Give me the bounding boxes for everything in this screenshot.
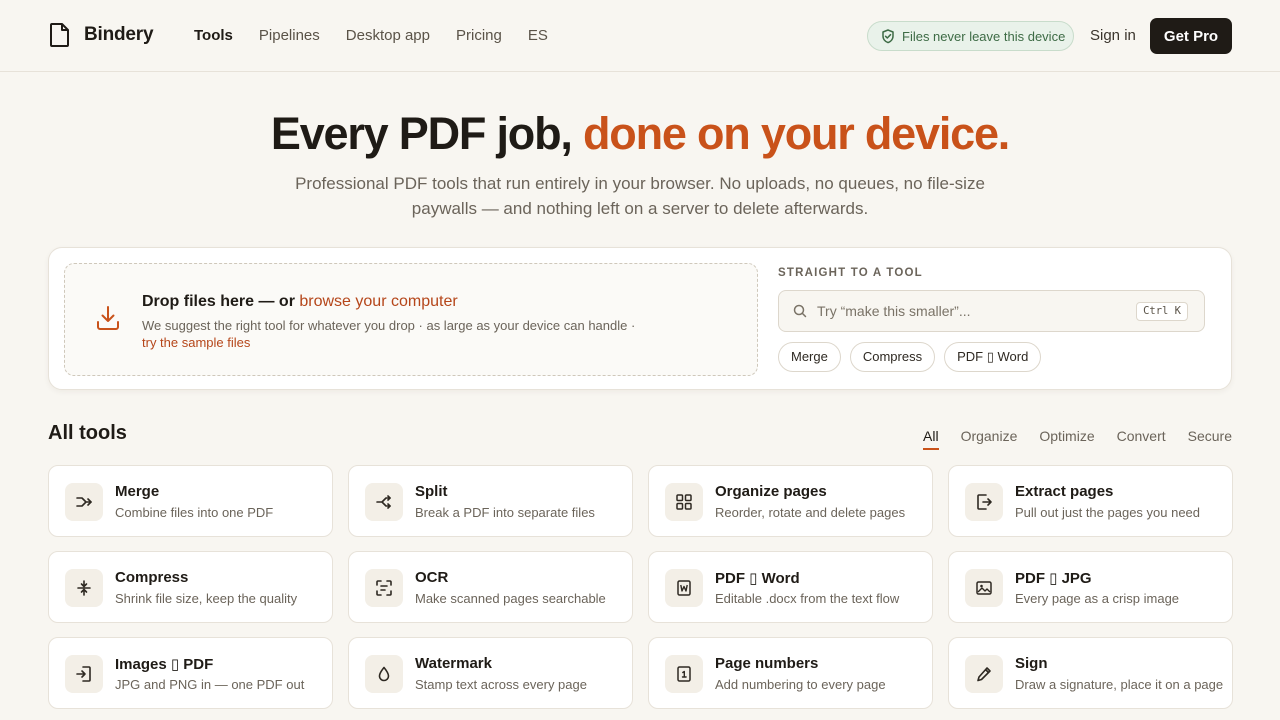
pen-icon	[965, 655, 1003, 693]
browse-computer-link[interactable]: browse your computer	[299, 293, 457, 310]
split-icon	[365, 483, 403, 521]
tool-description: Stamp text across every page	[415, 677, 587, 692]
image-icon	[965, 569, 1003, 607]
tool-description: Editable .docx from the text flow	[715, 591, 900, 606]
scan-icon	[365, 569, 403, 607]
drop-icon	[365, 655, 403, 693]
tool-search-input[interactable]	[817, 300, 1127, 322]
nav-tools[interactable]: Tools	[194, 26, 233, 46]
download-tray-icon	[95, 304, 121, 332]
grid-icon	[665, 483, 703, 521]
tool-card-pdf-to-word[interactable]: PDF ▯ Word Editable .docx from the text …	[648, 551, 933, 623]
tool-description: Every page as a crisp image	[1015, 591, 1180, 606]
hero-subtitle: Professional PDF tools that run entirely…	[295, 174, 985, 218]
tool-name: Sign	[1015, 655, 1048, 672]
tool-filter-tabs: All Organize Optimize Convert Secure	[923, 428, 1232, 450]
chip-pdf-to-word[interactable]: PDF ▯ Word	[944, 342, 1042, 372]
filter-organize[interactable]: Organize	[961, 428, 1018, 450]
tool-name: Images ▯ PDF	[115, 656, 214, 673]
tool-description: Add numbering to every page	[715, 677, 886, 692]
tool-name: Compress	[115, 569, 189, 586]
drop-title-text: Drop files here — or	[142, 293, 295, 310]
search-icon	[793, 304, 807, 318]
chip-merge[interactable]: Merge	[778, 342, 841, 372]
upload-card: Drop files here — or browse your compute…	[48, 247, 1232, 390]
import-icon	[65, 655, 103, 693]
logo-text: Bindery	[84, 24, 154, 45]
chip-compress[interactable]: Compress	[849, 342, 936, 372]
nav-language[interactable]: ES	[528, 26, 548, 46]
straight-to-tool-label: STRAIGHT TO A TOOL	[778, 267, 923, 279]
drop-description: We suggest the right tool for whatever y…	[142, 317, 662, 351]
filter-secure[interactable]: Secure	[1188, 428, 1232, 450]
nav-pipelines[interactable]: Pipelines	[259, 26, 320, 46]
extract-icon	[965, 483, 1003, 521]
tool-description: Draw a signature, place it on a page	[1015, 677, 1224, 692]
merge-icon	[65, 483, 103, 521]
document-icon	[48, 22, 72, 48]
nav-pricing[interactable]: Pricing	[456, 26, 502, 46]
number-icon	[665, 655, 703, 693]
hero-title: Every PDF job, done on your device.	[0, 108, 1280, 160]
top-header: Bindery Tools Pipelines Desktop app Pric…	[0, 0, 1280, 72]
tool-description: Reorder, rotate and delete pages	[715, 505, 906, 520]
sign-in-link[interactable]: Sign in	[1090, 27, 1136, 44]
tool-name: Extract pages	[1015, 483, 1114, 500]
tool-card-extract-pages[interactable]: Extract pages Pull out just the pages yo…	[948, 465, 1233, 537]
shield-check-icon	[881, 28, 895, 44]
filter-all[interactable]: All	[923, 428, 939, 450]
tool-description: Pull out just the pages you need	[1015, 505, 1201, 520]
tool-card-ocr[interactable]: OCR Make scanned pages searchable	[348, 551, 633, 623]
tool-name: OCR	[415, 569, 449, 586]
tool-search[interactable]: Ctrl K	[778, 290, 1205, 332]
tool-name: Page numbers	[715, 655, 819, 672]
tool-description: JPG and PNG in — one PDF out	[115, 677, 305, 692]
tool-card-watermark[interactable]: Watermark Stamp text across every page	[348, 637, 633, 709]
get-pro-button[interactable]: Get Pro	[1150, 18, 1232, 54]
nav-desktop-app[interactable]: Desktop app	[346, 26, 430, 46]
logo[interactable]: Bindery	[48, 22, 154, 48]
tool-card-pdf-to-jpg[interactable]: PDF ▯ JPG Every page as a crisp image	[948, 551, 1233, 623]
privacy-badge: Files never leave this device	[867, 21, 1074, 51]
tool-name: PDF ▯ JPG	[1015, 570, 1092, 587]
tool-name: Merge	[115, 483, 160, 500]
hero-title-accent: done on your device.	[583, 108, 1010, 159]
word-icon	[665, 569, 703, 607]
tool-card-images-to-pdf[interactable]: Images ▯ PDF JPG and PNG in — one PDF ou…	[48, 637, 333, 709]
drop-title: Drop files here — or browse your compute…	[142, 293, 458, 311]
keyboard-shortcut: Ctrl K	[1136, 302, 1188, 321]
tool-grid: Merge Combine files into one PDF Split B…	[48, 465, 1233, 709]
tool-card-page-numbers[interactable]: Page numbers Add numbering to every page	[648, 637, 933, 709]
tool-card-merge[interactable]: Merge Combine files into one PDF	[48, 465, 333, 537]
tool-description: Break a PDF into separate files	[415, 505, 595, 520]
main-nav: Tools Pipelines Desktop app Pricing ES	[194, 26, 548, 46]
filter-optimize[interactable]: Optimize	[1039, 428, 1094, 450]
filter-convert[interactable]: Convert	[1117, 428, 1166, 450]
tool-card-sign[interactable]: Sign Draw a signature, place it on a pag…	[948, 637, 1233, 709]
sample-files-link[interactable]: try the sample files	[142, 335, 250, 350]
tool-card-compress[interactable]: Compress Shrink file size, keep the qual…	[48, 551, 333, 623]
tool-description: Make scanned pages searchable	[415, 591, 606, 606]
all-tools-title: All tools	[48, 422, 127, 444]
tool-card-organize-pages[interactable]: Organize pages Reorder, rotate and delet…	[648, 465, 933, 537]
compress-icon	[65, 569, 103, 607]
quick-tool-chips: Merge Compress PDF ▯ Word	[778, 342, 1042, 372]
tool-description: Shrink file size, keep the quality	[115, 591, 298, 606]
tool-card-split[interactable]: Split Break a PDF into separate files	[348, 465, 633, 537]
tool-name: Split	[415, 483, 448, 500]
tool-name: Organize pages	[715, 483, 827, 500]
drop-description-text: We suggest the right tool for whatever y…	[142, 318, 636, 333]
privacy-badge-text: Files never leave this device	[902, 28, 1066, 44]
tool-name: PDF ▯ Word	[715, 570, 800, 587]
tool-name: Watermark	[415, 655, 492, 672]
file-dropzone[interactable]: Drop files here — or browse your compute…	[64, 263, 758, 376]
hero-title-main: Every PDF job,	[270, 108, 573, 159]
tool-description: Combine files into one PDF	[115, 505, 274, 520]
